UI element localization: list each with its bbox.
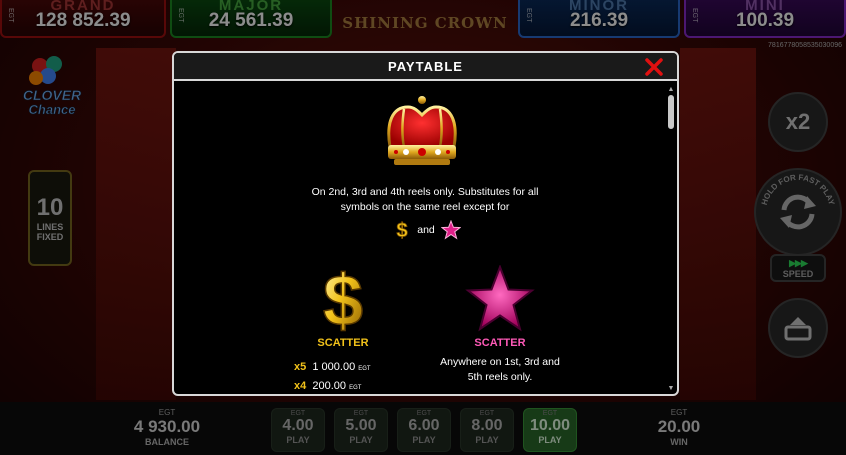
dollar-icon: $ <box>396 220 408 240</box>
dollar-scatter-icon: $ <box>322 265 364 333</box>
close-icon[interactable] <box>643 56 665 78</box>
payout-multiplier: x4 <box>294 380 307 392</box>
payout-currency: EGT <box>349 385 362 391</box>
star-scatter-icon <box>465 265 535 332</box>
dollar-scatter-label: SCATTER <box>317 337 369 349</box>
scroll-up-icon[interactable]: ▲ <box>667 86 675 93</box>
payout-amount: 1 000.00 <box>312 361 356 373</box>
paytable-dialog: PAYTABLE ▲ ▼ On 2nd, 3rd and 4th reels o… <box>172 51 679 396</box>
paytable-scrollbar[interactable]: ▲ ▼ <box>667 86 675 392</box>
svg-text:$: $ <box>397 220 408 240</box>
payout-multiplier: x5 <box>294 361 307 373</box>
paytable-header: PAYTABLE <box>174 53 677 81</box>
and-text: and <box>417 224 435 236</box>
payout-amount: 200.00 <box>312 380 347 392</box>
svg-text:$: $ <box>323 265 363 333</box>
star-icon <box>440 220 461 240</box>
wild-exceptions: $ and <box>384 219 470 241</box>
wild-description: On 2nd, 3rd and 4th reels only. Substitu… <box>311 186 539 213</box>
scroll-down-icon[interactable]: ▼ <box>667 385 675 392</box>
scroll-thumb[interactable] <box>668 95 674 129</box>
star-scatter-label: SCATTER <box>474 337 526 349</box>
star-scatter-description: Anywhere on 1st, 3rd and 5th reels only. <box>440 356 560 383</box>
payout-row: x5 1 000.00 EGT <box>294 361 414 373</box>
paytable-title: PAYTABLE <box>388 59 463 74</box>
crown-wild-icon <box>387 96 457 165</box>
payout-row: x4 200.00 EGT <box>294 380 414 392</box>
payout-currency: EGT <box>358 366 371 372</box>
